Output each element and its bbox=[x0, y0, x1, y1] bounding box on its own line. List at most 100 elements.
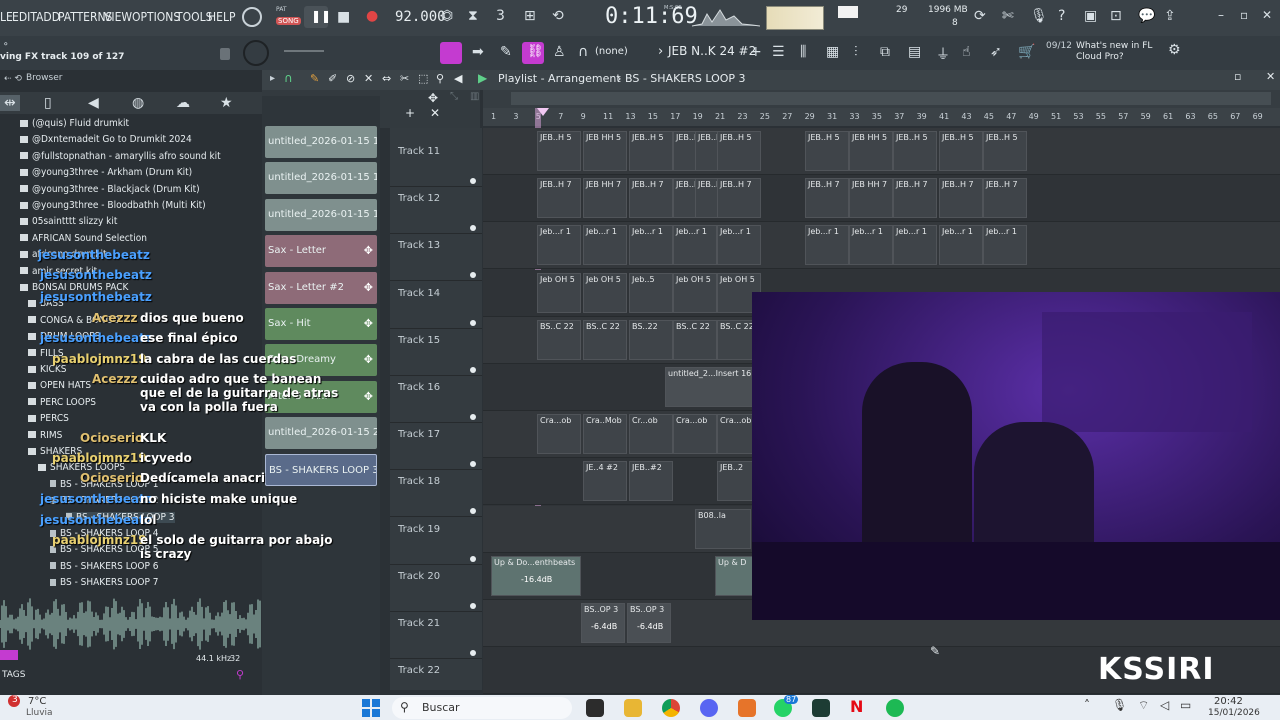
browser-item[interactable]: AFRICAN Sound Selection bbox=[20, 233, 147, 244]
pattern-selector[interactable]: JEB N..K 24 #2 bbox=[668, 44, 756, 58]
send-icon[interactable]: ➶ bbox=[990, 44, 1002, 60]
playback-tool-icon[interactable]: ◀ bbox=[454, 72, 462, 85]
pattern-clip[interactable]: Jeb...r 1 bbox=[583, 225, 627, 266]
browser-cloud-icon[interactable]: ☁ bbox=[176, 95, 190, 111]
browser-item[interactable]: RIMS bbox=[28, 430, 62, 441]
pattern-clip[interactable]: Jeb...r 1 bbox=[673, 225, 717, 266]
track-name[interactable]: Track 15 bbox=[398, 335, 440, 346]
stop-button[interactable]: ■ bbox=[337, 9, 350, 25]
browser-item[interactable]: 05saintttt slizzy kit bbox=[20, 216, 117, 227]
touch-icon[interactable]: ☝ bbox=[962, 44, 971, 60]
news-link[interactable]: What's new in FL Cloud Pro? bbox=[1076, 41, 1176, 63]
picker-clip[interactable]: Sax - Letter ✥ bbox=[265, 235, 377, 268]
slice-tool-icon[interactable]: ✂ bbox=[400, 72, 409, 85]
tray-chevron-icon[interactable]: ˄ bbox=[1084, 698, 1090, 712]
browser-item[interactable]: PERC LOOPS bbox=[28, 397, 96, 408]
record-button[interactable]: ● bbox=[366, 8, 378, 24]
pattern-clip[interactable]: JEB HH 5 bbox=[583, 131, 627, 171]
browser-star-icon[interactable]: ★ bbox=[220, 95, 233, 111]
track-name[interactable]: Track 13 bbox=[398, 240, 440, 251]
browser-nav-icon[interactable]: ⇠ ⟲ bbox=[4, 74, 22, 84]
grid-icon[interactable]: ▦ bbox=[826, 44, 839, 60]
loop-record-icon[interactable]: ⟲ bbox=[552, 8, 564, 24]
pattern-clip[interactable]: JEB..H 7 bbox=[893, 178, 937, 219]
browser-item[interactable]: @fullstopnathan - amaryllis afro sound k… bbox=[20, 151, 221, 162]
menu-edit[interactable]: EDIT bbox=[12, 10, 37, 24]
playlist-menu-arrow-icon[interactable]: ▸ bbox=[270, 73, 275, 84]
track-mute-dot[interactable] bbox=[470, 461, 476, 468]
track-name[interactable]: Track 21 bbox=[398, 618, 440, 629]
file-explorer-icon[interactable] bbox=[624, 699, 642, 717]
pattern-clip[interactable]: Jeb OH 5 bbox=[537, 272, 581, 313]
discord-icon[interactable] bbox=[700, 699, 718, 717]
browser-item[interactable]: PERCS bbox=[28, 413, 69, 424]
render-icon[interactable]: ⊡ bbox=[1110, 8, 1122, 24]
fl-studio-icon[interactable] bbox=[738, 699, 756, 717]
pattern-clip[interactable]: Jeb...r 1 bbox=[939, 225, 983, 266]
pattern-clip[interactable]: Cra...ob bbox=[537, 414, 581, 455]
stamp-icon[interactable]: ♙ bbox=[553, 44, 566, 60]
pattern-clip[interactable]: JEB..H 5 bbox=[537, 131, 581, 171]
track-name[interactable]: Track 19 bbox=[398, 524, 440, 535]
snap-selector[interactable]: (none) bbox=[595, 46, 628, 57]
pattern-clip[interactable]: BS..C 22 bbox=[583, 319, 627, 360]
menu-file[interactable]: LE bbox=[0, 10, 13, 24]
spotify-icon[interactable] bbox=[886, 699, 904, 717]
select-tool-icon[interactable]: ⬚ bbox=[418, 72, 428, 85]
paint-tool-icon[interactable]: ✐ bbox=[328, 72, 337, 85]
menu-view[interactable]: VIEW bbox=[104, 10, 132, 24]
weather-desc[interactable]: Lluvia bbox=[26, 708, 53, 718]
browser-item[interactable]: BS - SHAKERS LOOP 6 bbox=[50, 561, 159, 572]
remove-track-icon[interactable]: ✕ bbox=[430, 106, 440, 120]
master-pitch-slider[interactable] bbox=[284, 50, 324, 52]
track-mute-dot[interactable] bbox=[470, 602, 476, 609]
pattern-clip[interactable]: Jeb...r 1 bbox=[849, 225, 893, 266]
tools-icon[interactable]: ✄ bbox=[1002, 8, 1014, 24]
netflix-icon[interactable]: N bbox=[850, 697, 863, 716]
menu-help[interactable]: HELP bbox=[208, 10, 235, 24]
picker-clip[interactable]: untitled_2026-01-15 19-... bbox=[265, 162, 377, 195]
pattern-arrow-icon[interactable]: › bbox=[658, 44, 663, 59]
refresh-icon[interactable]: ⟳ bbox=[974, 8, 986, 24]
track-mute-dot[interactable] bbox=[470, 178, 476, 184]
minimize-icon[interactable]: – bbox=[1218, 8, 1224, 22]
pattern-clip[interactable]: BS..C 22 bbox=[537, 319, 581, 360]
pattern-clip[interactable]: BS..22 bbox=[629, 319, 673, 360]
track-mute-dot[interactable] bbox=[470, 650, 476, 656]
track-mute-dot[interactable] bbox=[470, 319, 476, 326]
browser-item[interactable]: @Dxntemadeit Go to Drumkit 2024 bbox=[20, 134, 192, 145]
pattern-clip[interactable]: Jeb...r 1 bbox=[983, 225, 1027, 266]
obs-icon[interactable] bbox=[812, 699, 830, 717]
track-name[interactable]: Track 18 bbox=[398, 476, 440, 487]
pattern-clip[interactable]: JEB HH 7 bbox=[849, 178, 893, 219]
arrows-small-icon[interactable]: ✥ bbox=[428, 91, 438, 105]
pattern-clip[interactable]: JEB..H 5 bbox=[893, 131, 937, 171]
pattern-clip[interactable]: JEB..H 7 bbox=[805, 178, 849, 219]
countdown-icon[interactable]: 3 bbox=[496, 8, 505, 24]
cart-icon[interactable]: 🛒 bbox=[1018, 44, 1035, 60]
battery-icon[interactable]: ▭ bbox=[1180, 698, 1191, 712]
pattern-clip[interactable]: untitled_2...Insert 16 bbox=[665, 367, 753, 407]
wait-input-icon[interactable]: ⧗ bbox=[468, 8, 478, 24]
pattern-clip[interactable]: JEB..H 5 bbox=[939, 131, 983, 171]
help-icon[interactable]: ? bbox=[1058, 8, 1065, 24]
track-mute-dot[interactable] bbox=[470, 508, 476, 515]
pattern-clip[interactable]: Up & D bbox=[715, 555, 755, 596]
pattern-clip[interactable]: JEB..H 7 bbox=[983, 178, 1027, 219]
plugin-picker-icon[interactable]: ⏚ bbox=[936, 44, 950, 64]
close-icon[interactable]: ✕ bbox=[1262, 8, 1272, 22]
pattern-song-knob[interactable] bbox=[242, 7, 262, 27]
step-edit-icon[interactable]: ⊞ bbox=[524, 8, 536, 24]
plugin-icon[interactable]: ⧉ bbox=[880, 44, 890, 60]
volume-icon[interactable]: ◁ bbox=[1160, 698, 1169, 712]
channel-rack-icon[interactable]: ⫼ bbox=[800, 44, 806, 60]
pattern-clip[interactable]: JEB HH 7 bbox=[583, 178, 627, 219]
track-mute-dot[interactable] bbox=[470, 272, 476, 279]
zoom-tool-icon[interactable]: ⚲ bbox=[436, 72, 444, 85]
track-mute-dot[interactable] bbox=[470, 225, 476, 232]
master-volume-knob[interactable] bbox=[243, 40, 269, 66]
pattern-clip[interactable]: JEB..H 7 bbox=[939, 178, 983, 219]
playlist-close-icon[interactable]: ✕ bbox=[1266, 70, 1275, 83]
pencil-icon[interactable]: ✎ bbox=[500, 44, 512, 60]
add-pattern-icon[interactable]: + bbox=[750, 44, 762, 60]
